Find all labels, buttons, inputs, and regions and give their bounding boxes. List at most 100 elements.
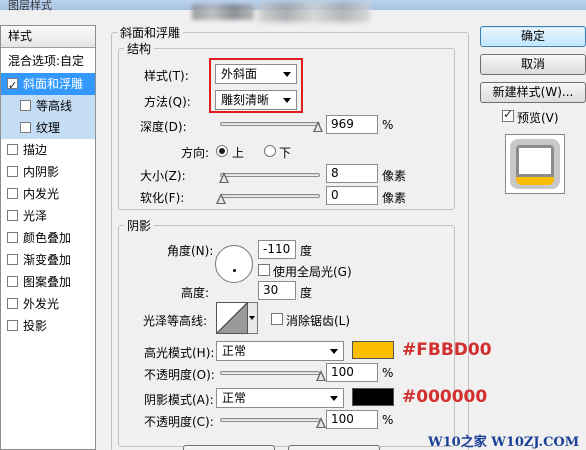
sidebar-item-label: 光泽 <box>23 209 48 223</box>
direction-down-label: 下 <box>279 146 292 160</box>
blurred-region <box>192 4 254 20</box>
checkbox-drop-shadow[interactable] <box>7 320 18 331</box>
sidebar-item-gradient-overlay[interactable]: 渐变叠加 <box>1 249 95 271</box>
highlight-hex-annotation: #FBBD00 <box>402 340 492 360</box>
sidebar-item-texture[interactable]: 纹理 <box>1 117 95 139</box>
sidebar-item-color-overlay[interactable]: 颜色叠加 <box>1 227 95 249</box>
checkbox-texture[interactable] <box>20 122 31 133</box>
size-slider[interactable] <box>220 173 320 177</box>
depth-label: 深度(D): <box>140 120 187 134</box>
soften-input[interactable]: 0 <box>326 186 378 205</box>
angle-dial[interactable] <box>215 245 253 283</box>
checkbox-inner-shadow[interactable] <box>7 166 18 177</box>
cancel-button[interactable]: 取消 <box>480 54 586 75</box>
sidebar-item-label: 渐变叠加 <box>23 253 72 267</box>
shadow-color-swatch[interactable] <box>352 388 394 406</box>
gloss-contour-label: 光泽等高线: <box>143 314 208 328</box>
soften-slider[interactable] <box>220 194 320 198</box>
shading-title: 阴影 <box>124 217 155 234</box>
highlight-mode-value: 正常 <box>222 344 247 358</box>
highlight-opacity-input[interactable]: 100 <box>326 363 378 382</box>
chevron-down-icon <box>283 98 291 103</box>
ok-button[interactable]: 确定 <box>480 26 586 47</box>
chevron-down-icon <box>330 349 338 354</box>
direction-up-radio[interactable] <box>216 145 228 157</box>
soften-unit: 像素 <box>382 191 407 205</box>
highlight-opacity-slider[interactable] <box>220 371 320 375</box>
direction-down-radio[interactable] <box>264 145 276 157</box>
angle-dial-marker <box>233 269 236 272</box>
checkbox-stroke[interactable] <box>7 144 18 155</box>
blurred-region <box>258 2 370 22</box>
checkbox-bevel-emboss[interactable] <box>7 75 18 97</box>
shadow-opacity-slider[interactable] <box>220 418 320 422</box>
highlight-opacity-unit: % <box>382 366 394 380</box>
sidebar-item-pattern-overlay[interactable]: 图案叠加 <box>1 271 95 293</box>
sidebar-item-inner-glow[interactable]: 内发光 <box>1 183 95 205</box>
sidebar-item-satin[interactable]: 光泽 <box>1 205 95 227</box>
sidebar-item-label: 等高线 <box>36 99 73 113</box>
sidebar-item-inner-shadow[interactable]: 内阴影 <box>1 161 95 183</box>
style-select[interactable]: 外斜面 <box>215 64 297 84</box>
gloss-contour-picker[interactable] <box>216 302 248 334</box>
make-default-button[interactable] <box>183 445 275 450</box>
sidebar-item-contour[interactable]: 等高线 <box>1 95 95 117</box>
reset-default-button[interactable] <box>288 445 380 450</box>
styles-list: 样式 混合选项:自定 斜面和浮雕 等高线 纹理 描边 内阴影 内发光 光泽 颜色… <box>0 25 96 450</box>
highlight-color-swatch[interactable] <box>352 341 394 359</box>
blend-options-item[interactable]: 混合选项:自定 <box>1 50 95 72</box>
soften-slider-thumb[interactable] <box>216 193 226 204</box>
sidebar-item-label: 内发光 <box>23 187 60 201</box>
sidebar-item-label: 图案叠加 <box>23 275 72 289</box>
checkbox-pattern-overlay[interactable] <box>7 276 18 287</box>
anti-alias-checkbox[interactable] <box>271 313 283 325</box>
chevron-down-icon <box>330 396 338 401</box>
checkbox-contour[interactable] <box>20 100 31 111</box>
depth-slider-thumb[interactable] <box>313 121 323 132</box>
technique-select[interactable]: 雕刻清晰 <box>215 90 297 110</box>
preview-bevel-inner <box>519 148 551 174</box>
sidebar-item-label: 纹理 <box>36 121 61 135</box>
size-label: 大小(Z): <box>140 169 186 183</box>
preview-highlight-strip <box>516 177 554 185</box>
highlight-opacity-label: 不透明度(O): <box>144 368 215 382</box>
depth-input[interactable]: 969 <box>326 115 378 134</box>
checkbox-outer-glow[interactable] <box>7 298 18 309</box>
sidebar-item-label: 描边 <box>23 143 48 157</box>
sidebar-item-outer-glow[interactable]: 外发光 <box>1 293 95 315</box>
technique-label: 方法(Q): <box>144 95 191 109</box>
angle-unit: 度 <box>300 244 313 258</box>
sidebar-item-label: 颜色叠加 <box>23 231 72 245</box>
checkbox-satin[interactable] <box>7 210 18 221</box>
gloss-contour-dropdown[interactable] <box>248 302 258 334</box>
style-select-value: 外斜面 <box>221 67 258 81</box>
sidebar-item-bevel-emboss[interactable]: 斜面和浮雕 <box>1 73 95 97</box>
shadow-opacity-thumb[interactable] <box>316 417 326 428</box>
sidebar-item-drop-shadow[interactable]: 投影 <box>1 315 95 337</box>
chevron-down-icon <box>249 316 255 320</box>
size-slider-thumb[interactable] <box>219 172 229 183</box>
styles-header[interactable]: 样式 <box>1 26 95 48</box>
angle-input[interactable]: -110 <box>258 240 296 259</box>
contour-curve-icon <box>217 303 247 333</box>
checkbox-inner-glow[interactable] <box>7 188 18 199</box>
altitude-input[interactable]: 30 <box>258 281 296 300</box>
sidebar-item-stroke[interactable]: 描边 <box>1 139 95 161</box>
bevel-panel-title: 斜面和浮雕 <box>117 24 184 41</box>
depth-slider[interactable] <box>220 122 320 126</box>
shadow-mode-select[interactable]: 正常 <box>216 388 344 408</box>
sidebar-item-label: 斜面和浮雕 <box>23 77 84 91</box>
checkbox-color-overlay[interactable] <box>7 232 18 243</box>
shadow-opacity-unit: % <box>382 413 394 427</box>
new-style-button[interactable]: 新建样式(W)... <box>480 82 586 103</box>
size-input[interactable]: 8 <box>326 164 378 183</box>
global-light-checkbox[interactable] <box>258 264 270 276</box>
highlight-mode-select[interactable]: 正常 <box>216 341 344 361</box>
technique-select-value: 雕刻清晰 <box>221 93 270 107</box>
highlight-opacity-thumb[interactable] <box>316 370 326 381</box>
preview-checkbox[interactable] <box>502 107 514 122</box>
style-preview-thumbnail <box>505 134 565 194</box>
shadow-opacity-input[interactable]: 100 <box>326 410 378 429</box>
checkbox-gradient-overlay[interactable] <box>7 254 18 265</box>
window-title: 图层样式 <box>8 0 52 12</box>
